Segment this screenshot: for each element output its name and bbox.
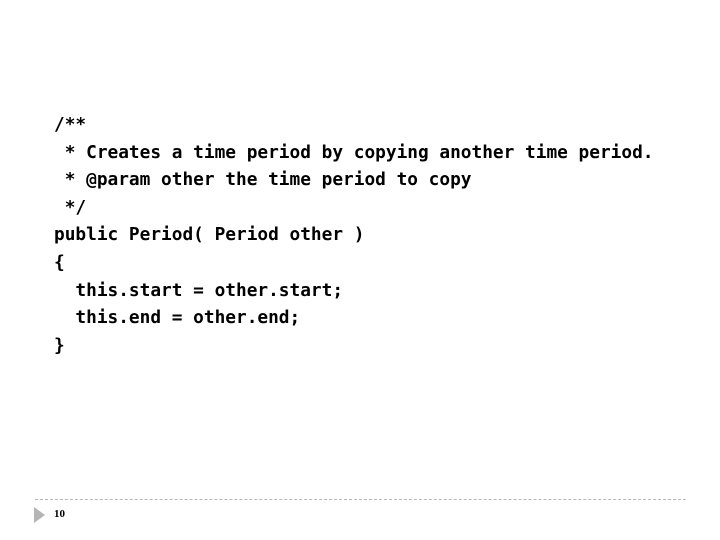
code-line: /** [54,114,87,135]
code-line: } [54,334,65,356]
code-line: * Creates a time period by copying anoth… [54,141,654,163]
triangle-right-icon [34,507,45,523]
code-line: { [54,251,65,273]
code-line: * @param other the time period to copy [54,169,472,191]
code-line: this.start = other.start; [54,279,344,301]
footer-divider [35,499,686,500]
code-block: /** * Creates a time period by copying a… [54,111,654,359]
code-line: public Period( Period other ) [54,224,365,246]
code-line: this.end = other.end; [54,307,301,329]
code-line: */ [54,196,87,218]
slide-number: 10 [54,508,65,520]
